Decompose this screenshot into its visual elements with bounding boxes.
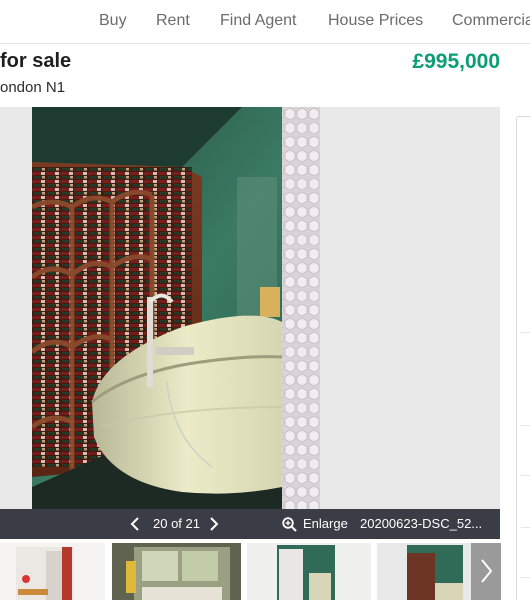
zoom-in-icon	[282, 517, 297, 532]
property-page: Buy Rent Find Agent House Prices Commerc…	[0, 0, 530, 600]
thumbnail[interactable]	[0, 543, 105, 600]
gallery-next-button[interactable]	[208, 509, 220, 539]
photo-filename: 20200623-DSC_52...	[360, 516, 483, 531]
top-navigation: Buy Rent Find Agent House Prices Commerc…	[0, 0, 530, 44]
chevron-right-icon	[210, 517, 219, 531]
nav-find-agent[interactable]: Find Agent	[220, 12, 297, 30]
photo-gallery[interactable]	[0, 107, 500, 539]
gallery-counter: 20 of 21	[153, 516, 200, 531]
thumbnails-next-button[interactable]	[471, 543, 501, 600]
thumbnail-strip	[0, 543, 500, 600]
gallery-main-photo[interactable]	[32, 107, 320, 513]
listing-location: ondon N1	[0, 79, 66, 96]
panel-divider	[521, 527, 530, 528]
panel-divider	[521, 577, 530, 578]
gallery-prev-button[interactable]	[129, 509, 141, 539]
chevron-left-icon	[130, 517, 139, 531]
enlarge-button[interactable]: Enlarge	[282, 509, 348, 539]
enlarge-label: Enlarge	[303, 516, 348, 531]
panel-divider	[521, 425, 530, 426]
thumbnail[interactable]	[112, 543, 241, 600]
agent-contact-panel	[516, 116, 530, 600]
chevron-right-icon	[481, 559, 493, 583]
nav-house-prices[interactable]: House Prices	[328, 12, 423, 30]
gallery-controls: 20 of 21 Enlarge 20200623-DSC_52...	[0, 509, 500, 539]
thumbnail[interactable]	[247, 543, 371, 600]
listing-title: for sale	[0, 50, 72, 72]
nav-commercial[interactable]: Commercial	[452, 12, 530, 30]
listing-price: £995,000	[412, 50, 500, 73]
panel-divider	[521, 475, 530, 476]
thumbnail[interactable]	[377, 543, 471, 600]
nav-rent[interactable]: Rent	[156, 12, 190, 30]
nav-buy[interactable]: Buy	[99, 12, 127, 30]
panel-divider	[521, 332, 530, 333]
